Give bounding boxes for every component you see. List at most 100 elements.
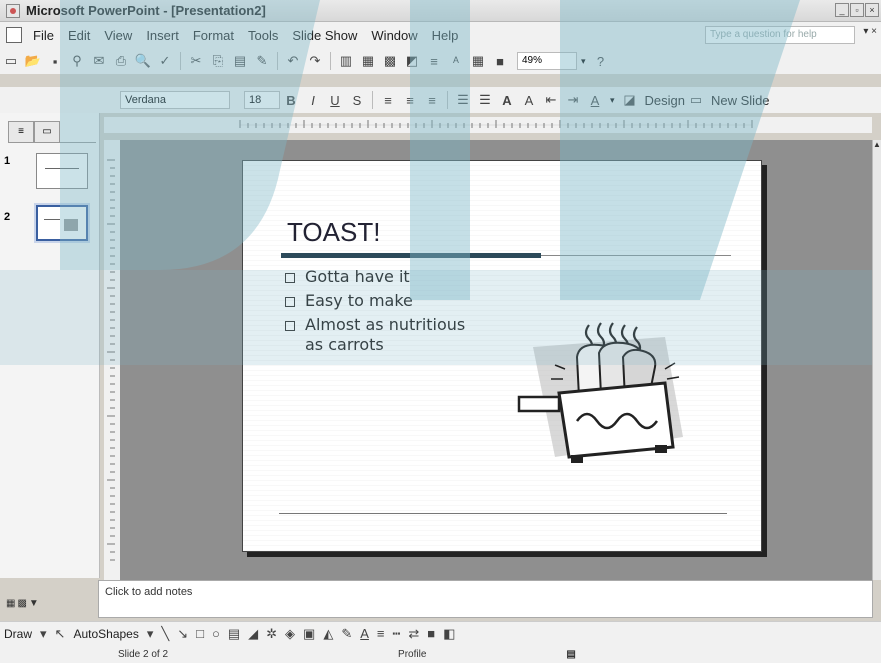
outline-tab[interactable]: ≡ (8, 121, 34, 143)
print-preview-icon[interactable]: 🔍 (133, 51, 153, 71)
menu-edit[interactable]: Edit (61, 28, 97, 43)
menu-file[interactable]: File (26, 28, 61, 43)
wordart-icon[interactable]: ◢ (248, 626, 258, 642)
menu-help[interactable]: Help (425, 28, 466, 43)
ask-dropdown-icon[interactable]: ▾ × (863, 26, 877, 37)
slide-show-icon[interactable]: ▼ (29, 598, 39, 609)
show-formatting-icon[interactable]: ᴬ (446, 51, 466, 71)
new-slide-icon[interactable]: ▭ (686, 90, 706, 110)
insert-picture-icon[interactable]: ◩ (402, 51, 422, 71)
rectangle-icon[interactable]: □ (196, 626, 204, 641)
toaster-clipart[interactable] (515, 317, 695, 477)
bullet-item: Gotta have it (285, 267, 485, 287)
decrease-indent-icon[interactable]: ⇤ (541, 90, 561, 110)
normal-view-icon[interactable]: ▦ (6, 598, 15, 609)
bullets-icon[interactable]: ☰ (475, 90, 495, 110)
new-icon[interactable]: ▭ (1, 51, 21, 71)
zoom-dropdown-icon[interactable]: ▾ (581, 56, 586, 67)
show-grid-icon[interactable]: ▦ (468, 51, 488, 71)
minimize-button[interactable]: _ (835, 3, 849, 17)
notes-pane[interactable]: Click to add notes (98, 580, 873, 618)
fill-color-icon[interactable]: ◭ (323, 626, 333, 642)
align-left-icon[interactable]: ≡ (378, 90, 398, 110)
font-color-icon[interactable]: A (585, 90, 605, 110)
vertical-scrollbar[interactable]: ▲ (872, 140, 881, 580)
diagram-icon[interactable]: ✲ (266, 626, 277, 642)
ruler-ticks (239, 120, 753, 128)
insert-table-icon[interactable]: ▦ (358, 51, 378, 71)
design-button[interactable]: Design (645, 93, 685, 108)
bold-icon[interactable]: B (281, 90, 301, 110)
picture-icon[interactable]: ▣ (303, 626, 315, 642)
shadow-style-icon[interactable]: ■ (427, 626, 435, 641)
shadow-icon[interactable]: S (347, 90, 367, 110)
slide-title[interactable]: TOAST! (287, 217, 380, 248)
email-icon[interactable]: ✉ (89, 51, 109, 71)
slide-thumbnail-1[interactable] (36, 153, 88, 189)
redo-icon[interactable]: ↷ (305, 51, 325, 71)
font-color-draw-icon[interactable]: A (360, 626, 369, 641)
center-icon[interactable]: ≡ (400, 90, 420, 110)
font-size-select[interactable]: 18 (244, 91, 280, 109)
ask-question-input[interactable]: Type a question for help (705, 26, 855, 44)
zoom-select[interactable]: 49% (517, 52, 577, 70)
clipart-icon[interactable]: ◈ (285, 626, 295, 642)
font-select[interactable]: Verdana (120, 91, 230, 109)
draw-menu[interactable]: Draw (4, 627, 32, 641)
line-icon[interactable]: ╲ (161, 626, 169, 642)
paste-icon[interactable]: ▤ (230, 51, 250, 71)
expand-all-icon[interactable]: ≡ (424, 51, 444, 71)
decrease-font-icon[interactable]: A (519, 90, 539, 110)
line-style-icon[interactable]: ≡ (377, 626, 385, 641)
align-right-icon[interactable]: ≡ (422, 90, 442, 110)
slide-thumbnail-2[interactable] (34, 203, 90, 243)
select-pointer-icon[interactable]: ↖ (55, 626, 66, 642)
cut-icon[interactable]: ✂ (186, 51, 206, 71)
permission-icon[interactable]: ⚲ (67, 51, 87, 71)
menu-slide-show[interactable]: Slide Show (285, 28, 364, 43)
3d-style-icon[interactable]: ◧ (443, 626, 455, 642)
format-painter-icon[interactable]: ✎ (252, 51, 272, 71)
menu-format[interactable]: Format (186, 28, 241, 43)
underline-icon[interactable]: U (325, 90, 345, 110)
undo-icon[interactable]: ↶ (283, 51, 303, 71)
autoshapes-menu[interactable]: AutoShapes (73, 627, 138, 641)
help-icon[interactable]: ? (591, 51, 611, 71)
restore-button[interactable]: ▫ (850, 3, 864, 17)
insert-chart-icon[interactable]: ▥ (336, 51, 356, 71)
color-grayscale-icon[interactable]: ■ (490, 51, 510, 71)
slide[interactable]: TOAST! Gotta have it Easy to make Almost… (242, 160, 762, 552)
italic-icon[interactable]: I (303, 90, 323, 110)
line-color-icon[interactable]: ✎ (341, 626, 352, 642)
print-icon[interactable]: ⎙ (111, 51, 131, 71)
menu-window[interactable]: Window (364, 28, 424, 43)
slides-tab[interactable]: ▭ (34, 121, 60, 143)
font-color-dropdown-icon[interactable]: ▾ (610, 95, 615, 106)
numbering-icon[interactable]: ☰ (453, 90, 473, 110)
draw-dropdown-icon[interactable]: ▾ (40, 626, 47, 642)
oval-icon[interactable]: ○ (212, 626, 220, 641)
textbox-icon[interactable]: ▤ (228, 626, 240, 642)
scroll-up-icon[interactable]: ▲ (873, 140, 881, 149)
increase-font-icon[interactable]: A (497, 90, 517, 110)
increase-indent-icon[interactable]: ⇥ (563, 90, 583, 110)
slide-sorter-icon[interactable]: ▩ (17, 598, 26, 609)
tables-borders-icon[interactable]: ▩ (380, 51, 400, 71)
document-icon[interactable] (6, 27, 22, 43)
new-slide-button[interactable]: New Slide (711, 93, 770, 108)
powerpoint-app-icon[interactable] (6, 3, 20, 18)
open-icon[interactable]: 📂 (23, 51, 43, 71)
save-icon[interactable]: ▪ (45, 51, 65, 71)
design-icon[interactable]: ◪ (620, 90, 640, 110)
arrow-style-icon[interactable]: ⇄ (408, 626, 419, 642)
autoshapes-dropdown-icon[interactable]: ▾ (147, 626, 154, 642)
spelling-icon[interactable]: ✓ (155, 51, 175, 71)
dash-style-icon[interactable]: ┅ (393, 626, 401, 642)
menu-tools[interactable]: Tools (241, 28, 285, 43)
bullet-list[interactable]: Gotta have it Easy to make Almost as nut… (285, 267, 485, 359)
menu-view[interactable]: View (97, 28, 139, 43)
close-button[interactable]: × (865, 3, 879, 17)
arrow-icon[interactable]: ↘ (177, 626, 188, 642)
menu-insert[interactable]: Insert (139, 28, 186, 43)
copy-icon[interactable]: ⎘ (208, 51, 228, 71)
